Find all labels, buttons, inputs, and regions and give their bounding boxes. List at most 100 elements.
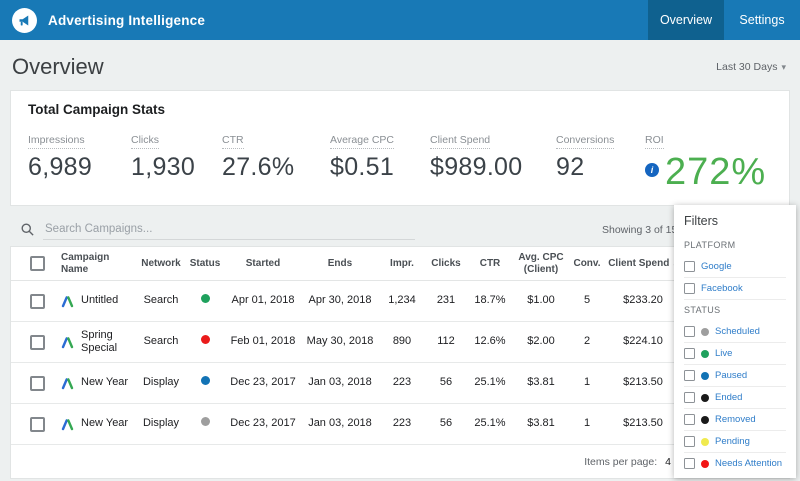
network-cell: Display — [142, 376, 180, 389]
megaphone-icon — [17, 13, 32, 28]
impr-cell: 223 — [392, 376, 412, 389]
clicks-cell: 231 — [436, 294, 456, 307]
campaigns-toolbar: Showing 3 of 15 campaigns — [10, 213, 790, 246]
status-dot — [701, 349, 709, 358]
select-all-checkbox[interactable] — [30, 256, 45, 271]
checkbox[interactable] — [684, 348, 695, 359]
search-input[interactable] — [43, 219, 415, 240]
column-header-clicks[interactable]: Clicks — [425, 258, 467, 270]
filter-label: Paused — [715, 370, 748, 381]
table-row[interactable]: Untitled Search Apr 01, 2018 Apr 30, 201… — [11, 281, 789, 322]
row-checkbox[interactable] — [30, 334, 45, 350]
filter-item-google[interactable]: Google — [684, 256, 786, 278]
campaign-name: Spring Special — [81, 328, 118, 354]
table-row[interactable]: New Year Display Dec 23, 2017 Jan 03, 20… — [11, 404, 789, 445]
row-checkbox[interactable] — [30, 375, 45, 391]
status-dot — [200, 417, 210, 427]
items-per-page-label: Items per page: — [584, 455, 658, 468]
filter-item-ended[interactable]: Ended — [684, 387, 786, 409]
started-cell: Dec 23, 2017 — [230, 417, 296, 430]
stat-clicks: Clicks 1,930 — [131, 130, 222, 191]
filter-item-facebook[interactable]: Facebook — [684, 278, 786, 300]
page-title: Overview — [12, 54, 104, 79]
column-header-impr[interactable]: Impr. — [379, 258, 425, 270]
column-header-network[interactable]: Network — [137, 258, 185, 270]
impr-cell: 223 — [392, 417, 412, 430]
stat-conversions: Conversions 92 — [556, 130, 645, 191]
total-campaign-stats-card: Total Campaign Stats Impressions 6,989 C… — [10, 90, 790, 206]
ctr-cell: 18.7% — [474, 294, 506, 307]
avg-cpc-cell: $1.00 — [527, 294, 555, 307]
search-icon — [20, 222, 35, 237]
stat-roi: ROI i 272% — [645, 130, 766, 191]
clicks-cell: 112 — [437, 335, 455, 348]
stat-label: Clicks — [131, 134, 159, 149]
filter-item-needs-attention[interactable]: Needs Attention — [684, 453, 786, 474]
app-title: Advertising Intelligence — [48, 12, 206, 28]
column-header-ends[interactable]: Ends — [301, 258, 379, 270]
filter-item-removed[interactable]: Removed — [684, 409, 786, 431]
network-cell: Search — [143, 335, 179, 348]
stat-value: 92 — [556, 153, 585, 181]
adwords-icon — [61, 336, 74, 349]
started-cell: Apr 01, 2018 — [231, 294, 295, 307]
row-checkbox[interactable] — [30, 416, 45, 432]
column-header-ctr[interactable]: CTR — [467, 258, 513, 270]
stat-ctr: CTR 27.6% — [222, 130, 330, 191]
avg-cpc-cell: $3.81 — [527, 376, 555, 389]
status-dot — [200, 294, 210, 304]
filter-item-paused[interactable]: Paused — [684, 365, 786, 387]
table-row[interactable]: Spring Special Search Feb 01, 2018 May 3… — [11, 322, 789, 363]
clicks-cell: 56 — [439, 376, 453, 389]
stat-label: ROI — [645, 134, 664, 149]
column-header-label: Client Spend — [608, 257, 670, 269]
date-range-value: Last 30 Days — [716, 61, 778, 73]
filter-item-live[interactable]: Live — [684, 343, 786, 365]
filter-label: Google — [701, 261, 732, 272]
checkbox[interactable] — [684, 458, 695, 469]
column-header-avg-cpc[interactable]: Avg. CPC (Client) — [513, 252, 569, 276]
tab-overview[interactable]: Overview — [648, 0, 724, 40]
checkbox[interactable] — [684, 414, 695, 425]
checkbox[interactable] — [684, 370, 695, 381]
tab-settings[interactable]: Settings — [724, 0, 800, 40]
items-per-page-select[interactable]: 4 — [665, 456, 671, 468]
column-header-status[interactable]: Status — [185, 258, 225, 270]
column-header-conv[interactable]: Conv. — [569, 258, 605, 270]
filters-title: Filters — [684, 214, 719, 228]
filters-panel: Filters PLATFORM Google Facebook STATUS … — [674, 205, 796, 478]
campaigns-table: Campaign Name Network Status Started End… — [10, 246, 790, 479]
status-dot — [701, 327, 709, 336]
info-icon[interactable]: i — [645, 163, 659, 177]
status-dot — [701, 371, 709, 380]
adwords-icon — [61, 377, 74, 390]
avg-cpc-cell: $3.81 — [527, 417, 555, 430]
ends-cell: Apr 30, 2018 — [308, 294, 372, 307]
row-checkbox[interactable] — [30, 293, 45, 309]
column-header-client-spend[interactable]: Client Spend↓ — [605, 257, 681, 270]
stat-value: $989.00 — [430, 153, 523, 181]
table-row[interactable]: New Year Display Dec 23, 2017 Jan 03, 20… — [11, 363, 789, 404]
date-range-select[interactable]: Last 30 Days ▾ — [716, 61, 786, 73]
filters-section-platform: PLATFORM — [684, 240, 736, 250]
column-header-started[interactable]: Started — [225, 258, 301, 270]
campaign-name: Untitled — [81, 294, 119, 307]
conv-cell: 5 — [583, 294, 591, 307]
status-dot — [701, 415, 709, 424]
stat-label: Client Spend — [430, 134, 491, 149]
stat-value: 27.6% — [222, 153, 295, 181]
checkbox[interactable] — [684, 326, 695, 337]
started-cell: Feb 01, 2018 — [230, 335, 296, 348]
spend-cell: $213.50 — [623, 417, 663, 430]
filter-label: Scheduled — [715, 326, 760, 337]
status-dot — [701, 437, 709, 446]
checkbox[interactable] — [684, 261, 695, 272]
filter-item-scheduled[interactable]: Scheduled — [684, 321, 786, 343]
column-header-campaign-name[interactable]: Campaign Name — [49, 252, 137, 276]
stat-value: $0.51 — [330, 153, 395, 181]
checkbox[interactable] — [684, 283, 695, 294]
checkbox[interactable] — [684, 436, 695, 447]
filter-item-pending[interactable]: Pending — [684, 431, 786, 453]
checkbox[interactable] — [684, 392, 695, 403]
campaign-name: New Year — [81, 417, 129, 430]
